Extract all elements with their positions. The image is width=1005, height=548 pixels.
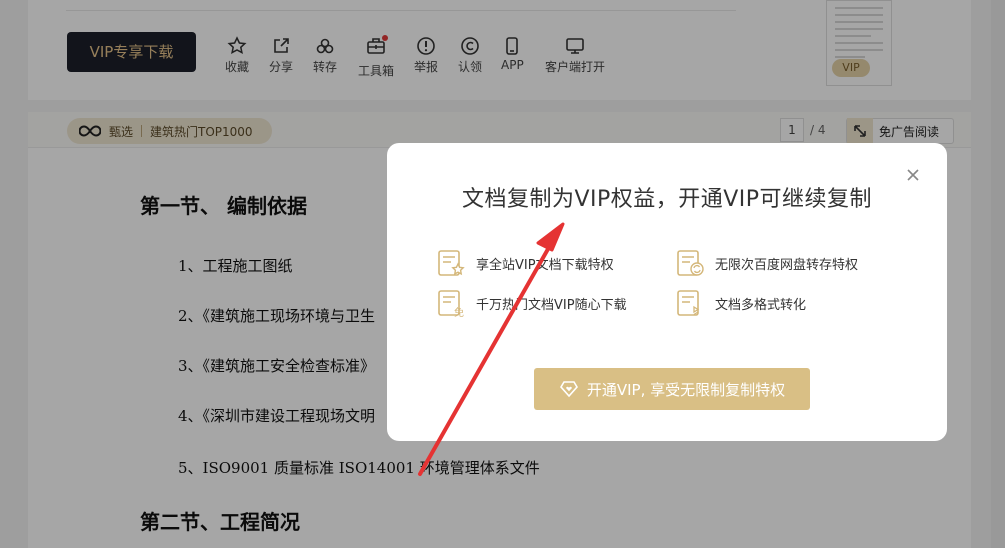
document-star-icon xyxy=(438,250,465,276)
benefit-item: 文档多格式转化 xyxy=(675,288,806,318)
svg-text:免: 免 xyxy=(454,306,464,318)
open-vip-label: 开通VIP, 享受无限制复制特权 xyxy=(586,380,786,399)
benefit-item: 享全站VIP文档下载特权 xyxy=(436,248,614,278)
modal-title: 文档复制为VIP权益，开通VIP可继续复制 xyxy=(461,187,873,212)
document-convert-icon xyxy=(677,290,700,316)
vip-copy-modal: 文档复制为VIP权益，开通VIP可继续复制 享全站VIP文档下载特权 无限次百度… xyxy=(387,143,947,441)
document-free-icon: 免 xyxy=(438,290,464,318)
close-icon[interactable] xyxy=(905,167,921,183)
benefit-label: 无限次百度网盘转存特权 xyxy=(715,257,859,273)
benefit-item: 无限次百度网盘转存特权 xyxy=(675,248,858,278)
document-sync-icon xyxy=(677,250,704,276)
benefit-label: 享全站VIP文档下载特权 xyxy=(476,257,614,273)
benefit-label: 千万热门文档VIP随心下载 xyxy=(476,297,627,313)
benefit-item: 免 千万热门文档VIP随心下载 xyxy=(436,288,627,318)
open-vip-button[interactable]: 开通VIP, 享受无限制复制特权 xyxy=(534,368,810,410)
benefit-label: 文档多格式转化 xyxy=(715,297,807,313)
diamond-heart-icon xyxy=(559,381,578,398)
